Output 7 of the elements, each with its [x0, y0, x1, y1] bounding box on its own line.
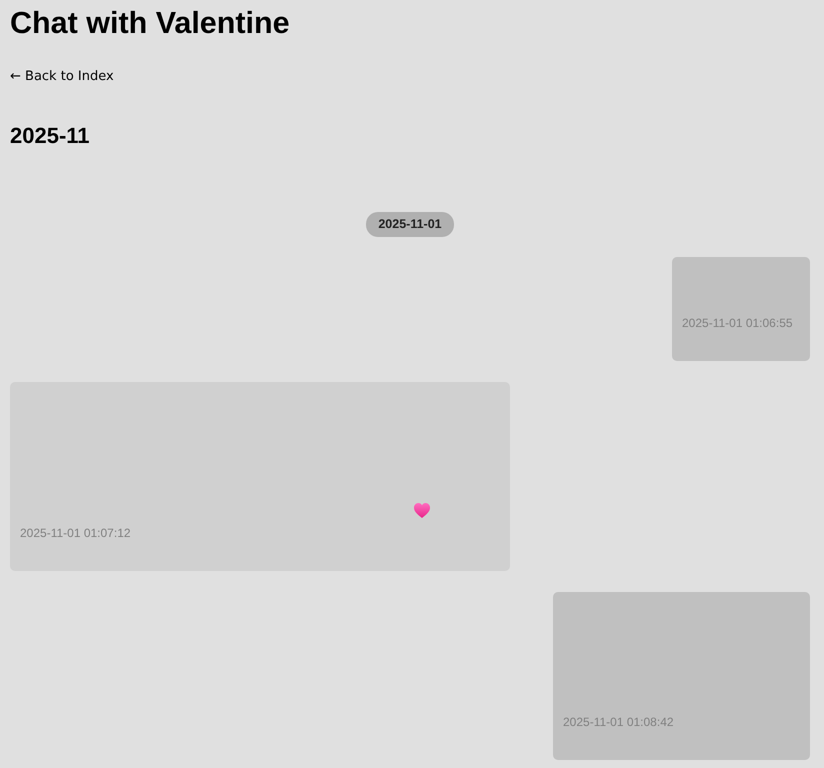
back-link[interactable]: ← Back to Index — [10, 68, 114, 86]
page-title: Chat with Valentine — [10, 5, 290, 42]
message-timestamp: 2025-11-01 01:07:12 — [20, 525, 131, 541]
message-timestamp: 2025-11-01 01:08:42 — [563, 714, 674, 730]
date-pill: 2025-11-01 — [366, 212, 454, 237]
message-timestamp: 2025-11-01 01:06:55 — [682, 315, 793, 331]
month-heading: 2025-11 — [10, 122, 90, 150]
